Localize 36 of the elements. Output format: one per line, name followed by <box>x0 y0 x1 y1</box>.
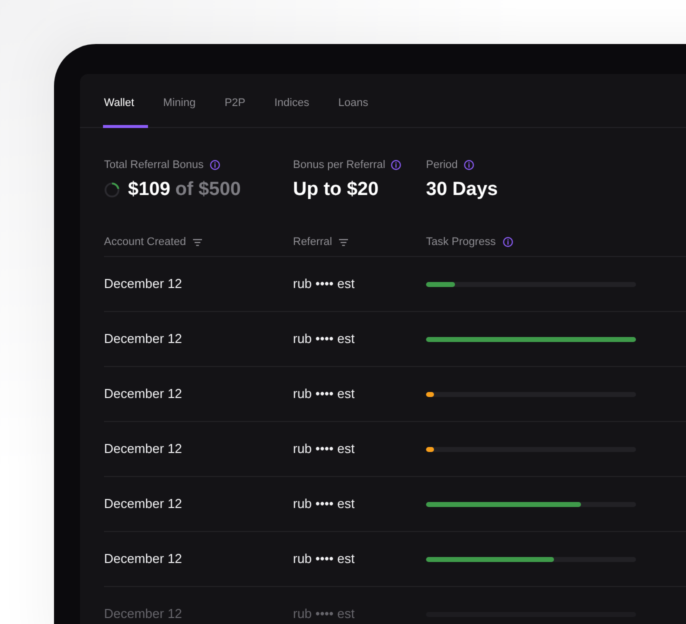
tab[interactable]: Indices <box>273 74 324 128</box>
stat-limit: of $500 <box>175 178 241 202</box>
tab[interactable]: Wallet <box>103 74 148 128</box>
date-cell-text: December 12 <box>104 386 184 402</box>
date-cell-text: December 12 <box>104 331 184 347</box>
referral-cell-text: rub •••• est <box>293 331 356 347</box>
info-icon[interactable] <box>391 160 402 170</box>
date-cell-text: December 12 <box>104 441 184 457</box>
info-icon[interactable] <box>210 160 220 170</box>
stat-label: Total Referral Bonus <box>104 158 204 172</box>
referral-cell-text: rub •••• est <box>293 551 356 567</box>
filter-icon[interactable] <box>339 238 348 246</box>
referral-cell-text: rub •••• est <box>293 606 356 622</box>
date-cell-text: December 12 <box>104 606 184 622</box>
tab[interactable]: Mining <box>162 74 210 128</box>
referral-cell-text: rub •••• est <box>293 276 356 292</box>
filter-icon[interactable] <box>192 238 202 246</box>
stat-value: 30 Days <box>426 178 498 202</box>
info-icon[interactable] <box>502 237 513 247</box>
stat-value: Up to $20 <box>293 178 379 202</box>
date-cell-text: December 12 <box>104 496 184 512</box>
column-header: Referral <box>293 235 332 249</box>
info-icon[interactable] <box>464 160 474 170</box>
stat-label: Period <box>426 158 458 172</box>
tab[interactable]: P2P <box>224 74 260 128</box>
progress-ring-icon <box>104 182 120 198</box>
tab[interactable]: Loans <box>337 74 382 128</box>
stat-value: $109 <box>128 178 170 202</box>
date-cell-text: December 12 <box>104 551 184 567</box>
column-header: Task Progress <box>426 235 496 249</box>
referral-cell-text: rub •••• est <box>293 441 356 457</box>
column-header: Account Created <box>104 235 186 249</box>
date-cell-text: December 12 <box>104 276 184 292</box>
referral-cell-text: rub •••• est <box>293 496 356 512</box>
referral-cell-text: rub •••• est <box>293 386 356 402</box>
stat-label: Bonus per Referral <box>293 158 386 172</box>
